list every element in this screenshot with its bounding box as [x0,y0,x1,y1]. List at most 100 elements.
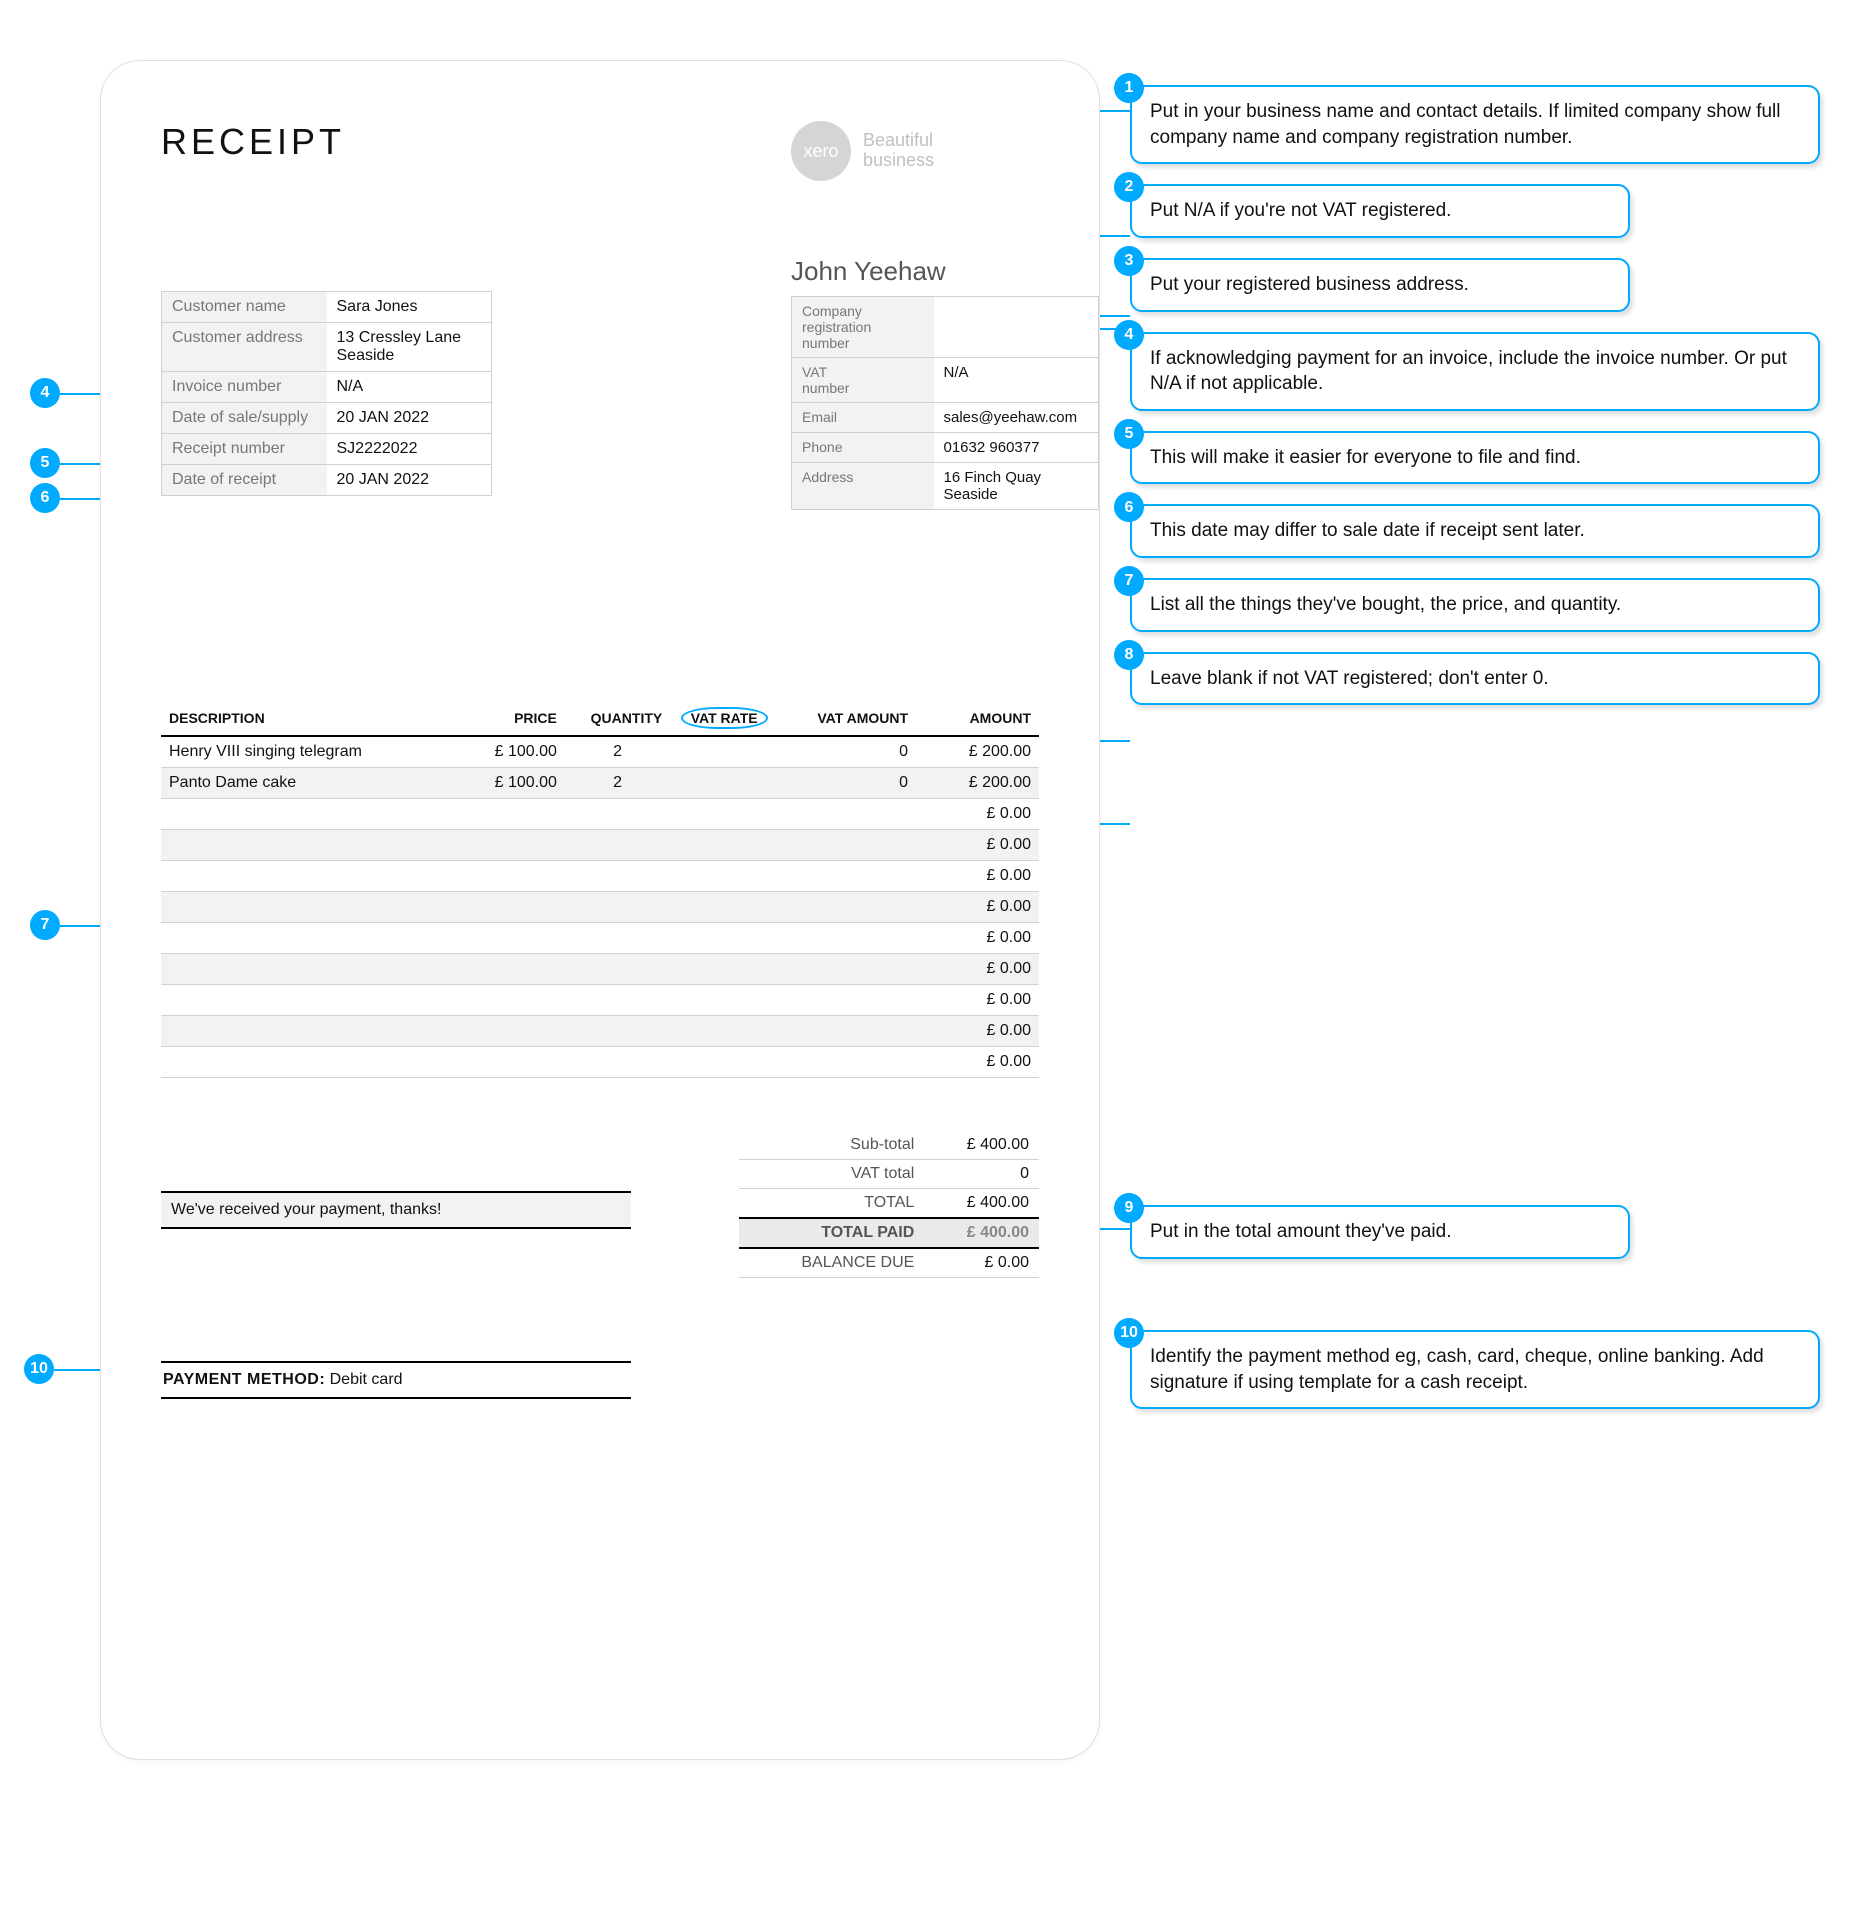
cell-desc [161,1047,460,1078]
cell-vamt [776,1016,916,1047]
cell-vamt: 0 [776,736,916,768]
cell-qty [565,923,670,954]
balance-label: BALANCE DUE [739,1248,924,1278]
cust-val: Sara Jones [327,292,492,323]
cell-amt: £ 200.00 [916,736,1039,768]
badge-7: 7 [30,910,60,940]
callout-number: 5 [1114,419,1144,449]
cell-vrate [670,985,775,1016]
cell-amt: £ 0.00 [916,985,1039,1016]
cell-vamt [776,954,916,985]
cell-qty [565,1047,670,1078]
callout-2: 2Put N/A if you're not VAT registered. [1130,184,1630,238]
callout-5: 5This will make it easier for everyone t… [1130,431,1820,485]
cell-vrate [670,1047,775,1078]
cell-amt: £ 0.00 [916,954,1039,985]
cust-key: Receipt number [162,434,327,465]
cell-price [460,799,565,830]
badge-6: 6 [30,483,60,513]
cell-vamt [776,799,916,830]
tagline-1: Beautiful [863,131,934,151]
callout-number: 10 [1114,1318,1144,1348]
table-row: £ 0.00 [161,1047,1039,1078]
tagline-2: business [863,151,934,171]
table-row: £ 0.00 [161,985,1039,1016]
biz-key: Phone [792,433,934,463]
callout-text: List all the things they've bought, the … [1150,594,1621,615]
col-vatamt: VAT AMOUNT [776,701,916,736]
cell-desc [161,830,460,861]
callout-text: Put in the total amount they've paid. [1150,1221,1452,1242]
table-row: Panto Dame cake£ 100.0020£ 200.00 [161,768,1039,799]
items-table: DESCRIPTION PRICE QUANTITY VAT RATE VAT … [161,701,1039,1078]
cell-vrate [670,736,775,768]
cell-vrate [670,768,775,799]
cell-qty: 2 [565,768,670,799]
cell-desc [161,799,460,830]
cell-vamt [776,923,916,954]
cell-vamt: 0 [776,768,916,799]
cell-amt: £ 0.00 [916,892,1039,923]
cust-val: N/A [327,372,492,403]
cust-key: Invoice number [162,372,327,403]
callouts: 1Put in your business name and contact d… [1130,85,1820,725]
callout-text: Identify the payment method eg, cash, ca… [1150,1346,1764,1393]
biz-key: Company registration number [792,297,934,358]
table-row: Henry VIII singing telegram£ 100.0020£ 2… [161,736,1039,768]
cell-vrate [670,1016,775,1047]
cell-amt: £ 0.00 [916,1016,1039,1047]
biz-key: Address [792,463,934,510]
cell-vamt [776,1047,916,1078]
biz-val: sales@yeehaw.com [934,403,1099,433]
subtotal-value: £ 400.00 [924,1131,1039,1160]
totals-table: Sub-total£ 400.00 VAT total0 TOTAL£ 400.… [739,1131,1039,1278]
cell-price: £ 100.00 [460,736,565,768]
callout-7: 7List all the things they've bought, the… [1130,578,1820,632]
cust-key: Customer name [162,292,327,323]
cell-vamt [776,830,916,861]
subtotal-label: Sub-total [739,1131,924,1160]
callout-text: Leave blank if not VAT registered; don't… [1150,668,1549,689]
callout-text: Put N/A if you're not VAT registered. [1150,200,1451,221]
payment-method-value: Debit card [330,1371,403,1388]
badge-5: 5 [30,448,60,478]
cell-vamt [776,985,916,1016]
table-row: £ 0.00 [161,830,1039,861]
cell-vrate [670,861,775,892]
callout-9: 9 Put in the total amount they've paid. [1130,1205,1630,1259]
cell-desc: Henry VIII singing telegram [161,736,460,768]
callout-number: 2 [1114,172,1144,202]
badge-10: 10 [24,1354,54,1384]
cell-qty [565,954,670,985]
cell-desc [161,954,460,985]
cell-desc [161,923,460,954]
callout-8: 8Leave blank if not VAT registered; don'… [1130,652,1820,706]
callout-number: 4 [1114,320,1144,350]
total-label: TOTAL [739,1189,924,1219]
callout-1: 1Put in your business name and contact d… [1130,85,1820,164]
callout-number: 6 [1114,492,1144,522]
callout-3: 3Put your registered business address. [1130,258,1630,312]
cell-qty [565,861,670,892]
callout-number: 7 [1114,566,1144,596]
payment-method: PAYMENT METHOD: Debit card [161,1361,631,1399]
cell-price [460,830,565,861]
callout-text: This date may differ to sale date if rec… [1150,520,1585,541]
cell-qty [565,830,670,861]
totalpaid-label: TOTAL PAID [739,1218,924,1248]
badge-4: 4 [30,378,60,408]
cust-key: Date of sale/supply [162,403,327,434]
cell-amt: £ 0.00 [916,1047,1039,1078]
biz-val [934,297,1099,358]
cell-vrate [670,892,775,923]
callout-text: This will make it easier for everyone to… [1150,447,1581,468]
callout-number: 1 [1114,73,1144,103]
cell-vamt [776,861,916,892]
callout-number: 3 [1114,246,1144,276]
biz-val: 01632 960377 [934,433,1099,463]
callout-text: Put in your business name and contact de… [1150,101,1781,148]
vattotal-value: 0 [924,1160,1039,1189]
cust-val: 13 Cressley Lane Seaside [327,323,492,372]
cust-val: 20 JAN 2022 [327,465,492,496]
totalpaid-value: £ 400.00 [924,1218,1039,1248]
